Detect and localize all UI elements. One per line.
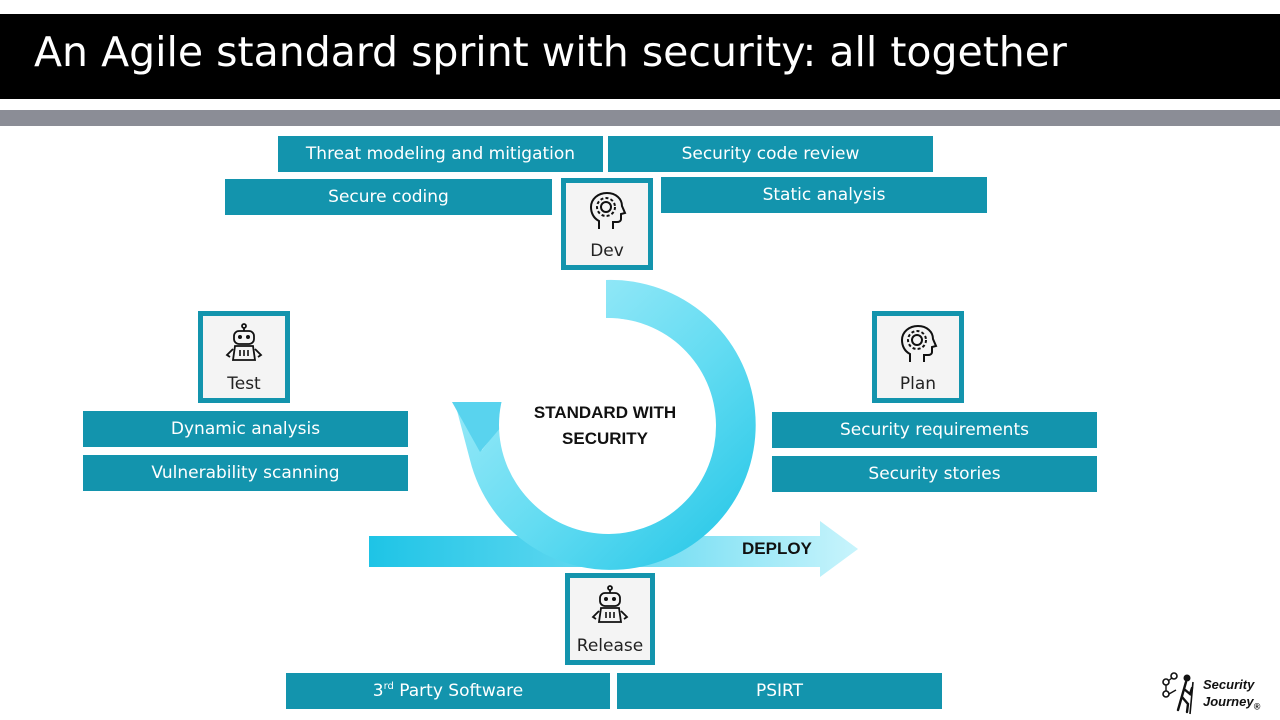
activity-security-stories: Security stories [772,456,1097,492]
activity-vulnerability-scanning: Vulnerability scanning [83,455,408,491]
logo-wordmark: Security Journey® [1203,676,1260,716]
third-party-prefix: 3 [372,681,384,701]
activity-threat-modeling: Threat modeling and mitigation [278,136,603,172]
stage-dev: Dev [561,178,653,270]
stage-plan-label: Plan [899,374,937,394]
logo-line1: Security [1203,677,1255,692]
stage-test-label: Test [227,374,261,394]
stage-plan: Plan [872,311,964,403]
registered-mark: ® [1253,701,1261,712]
head-gear-icon [900,324,938,362]
robot-icon [225,323,263,361]
logo-line2-text: Journey [1203,694,1254,709]
stage-dev-label: Dev [590,241,624,261]
activity-psirt: PSIRT [617,673,942,709]
activity-static-analysis: Static analysis [661,177,987,213]
head-gear-icon [589,191,627,229]
activity-third-party-software: 3rd Party Software [286,673,610,709]
activity-security-requirements: Security requirements [772,412,1097,448]
third-party-sup: rd [383,681,394,692]
activity-security-code-review: Security code review [608,136,933,172]
stage-release: Release [565,573,655,665]
robot-icon [591,585,629,623]
deploy-label: DEPLOY [742,539,812,558]
cycle-center-label: STANDARD WITH SECURITY [520,400,690,452]
stage-test: Test [198,311,290,403]
logo-line2: Journey® [1203,693,1260,716]
stage-release-label: Release [576,636,644,656]
third-party-rest: Party Software [393,681,524,701]
center-label-line1: STANDARD WITH [533,403,677,422]
center-label-line2: SECURITY [562,429,648,448]
activity-secure-coding: Secure coding [225,179,552,215]
activity-dynamic-analysis: Dynamic analysis [83,411,408,447]
